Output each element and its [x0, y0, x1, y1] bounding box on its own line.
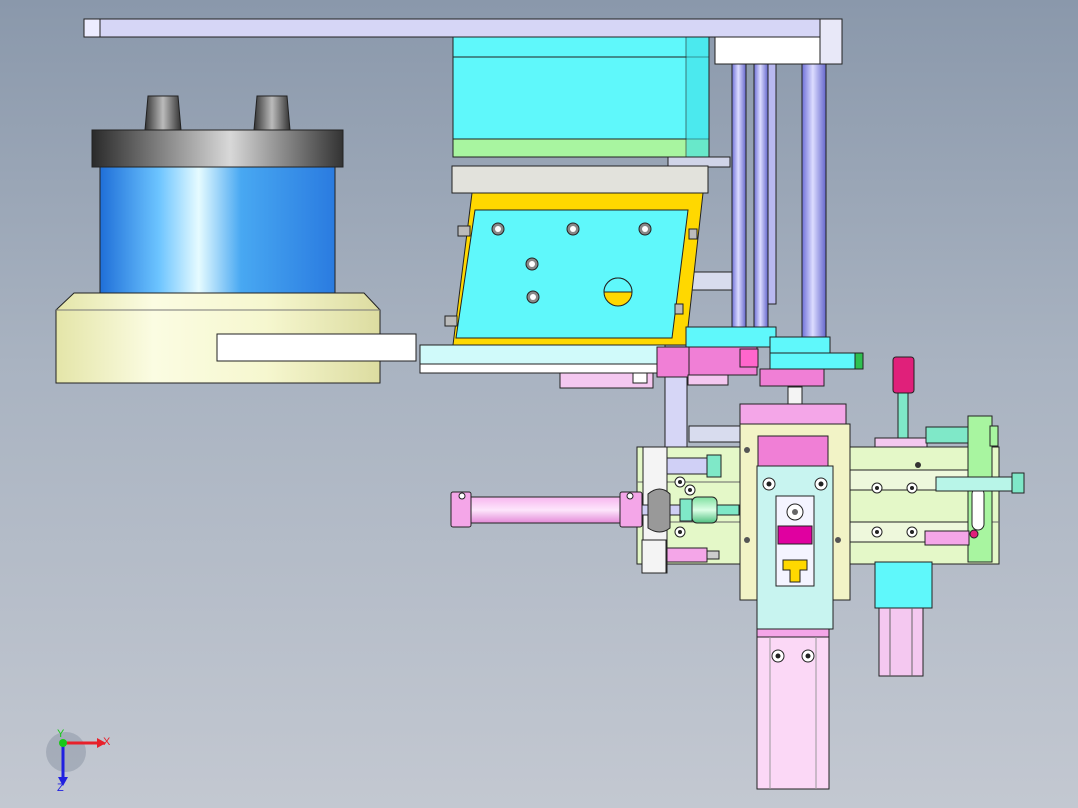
x-axis-label: X	[103, 736, 111, 748]
guide-rods	[731, 63, 827, 345]
tilted-plate	[444, 192, 704, 346]
y-axis-icon	[59, 739, 67, 747]
y-axis-label: Y	[57, 728, 65, 740]
magenta-post	[874, 356, 928, 463]
center-carriage	[739, 403, 851, 630]
grey-block	[451, 165, 709, 194]
round-cylinder-unit	[55, 95, 417, 384]
right-actuator	[924, 415, 1025, 563]
axis-triad: X Y Z	[46, 728, 111, 794]
assembly-drawing: X Y Z	[46, 18, 1025, 794]
z-axis-label: Z	[57, 782, 64, 794]
mid-plate	[419, 344, 666, 389]
right-lower-cylinder	[874, 561, 933, 677]
cyan-block	[452, 36, 710, 158]
cad-viewport[interactable]: X Y Z	[0, 0, 1078, 808]
bottom-cylinder	[756, 628, 830, 790]
